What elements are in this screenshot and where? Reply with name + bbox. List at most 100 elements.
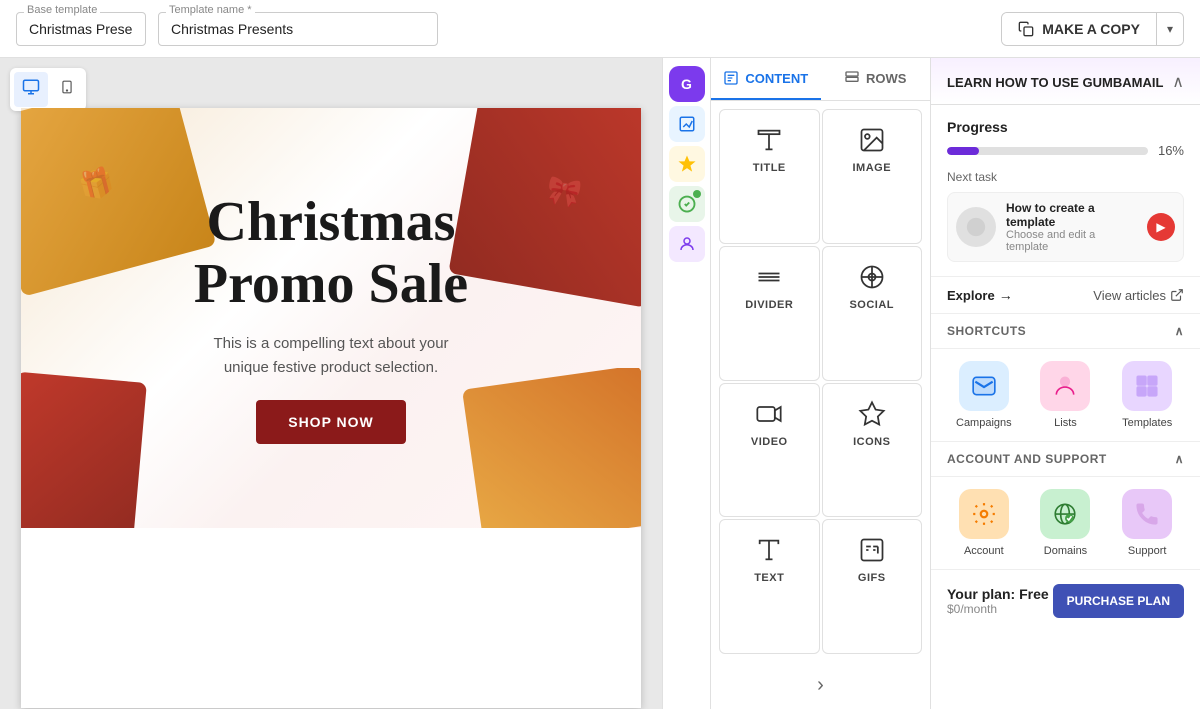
mobile-icon — [60, 78, 74, 96]
image-icon — [858, 126, 886, 154]
explore-link[interactable]: Explore → — [947, 287, 1013, 303]
account-svg-icon — [971, 501, 997, 527]
template-name-input[interactable] — [158, 12, 438, 46]
icons-icon — [858, 400, 886, 428]
task-thumb-icon — [965, 216, 987, 238]
plan-title: Your plan: Free — [947, 586, 1049, 602]
account-support-header: ACCOUNT AND SUPPORT ∧ — [931, 442, 1200, 477]
content-item-social[interactable]: SOCIAL — [822, 246, 923, 381]
lists-label: Lists — [1054, 417, 1077, 429]
plan-price: $0/month — [947, 602, 1049, 616]
content-grid: TITLE IMAGE DIVIDER SOCIAL VIDEO — [711, 101, 930, 662]
task-subtitle: Choose and edit a template — [1006, 229, 1137, 253]
desktop-view-button[interactable] — [14, 72, 48, 107]
shortcut-campaigns[interactable]: Campaigns — [947, 361, 1021, 429]
tab-rows[interactable]: ROWS — [821, 58, 931, 100]
account-item-account[interactable]: Account — [947, 489, 1021, 557]
plan-info: Your plan: Free $0/month — [947, 586, 1049, 616]
title-icon — [755, 126, 783, 154]
template-name-field: Template name * — [158, 12, 438, 46]
base-template-input[interactable] — [16, 12, 146, 46]
star-icon — [678, 155, 696, 173]
sidebar-icon-check[interactable] — [669, 186, 705, 222]
domains-label: Domains — [1044, 545, 1087, 557]
task-play-button[interactable]: ▶ — [1147, 213, 1175, 241]
shortcut-lists[interactable]: Lists — [1029, 361, 1103, 429]
support-icon — [1122, 489, 1172, 539]
account-support-collapse-icon: ∧ — [1175, 452, 1184, 466]
mobile-view-button[interactable] — [52, 72, 82, 107]
social-icon — [858, 263, 886, 291]
content-item-title[interactable]: TITLE — [719, 109, 820, 244]
sidebar-icon-star[interactable] — [669, 146, 705, 182]
gifs-icon — [858, 536, 886, 564]
learn-panel: LEARN HOW TO USE GUMBAMAIL ∧ Progress 16… — [930, 58, 1200, 709]
content-item-video[interactable]: VIDEO — [719, 383, 820, 518]
support-label: Support — [1128, 545, 1167, 557]
plan-row: Your plan: Free $0/month PURCHASE PLAN — [931, 570, 1200, 632]
learn-collapse-button[interactable]: ∧ — [1172, 72, 1184, 92]
campaigns-icon — [959, 361, 1009, 411]
tab-content[interactable]: CONTENT — [711, 58, 821, 100]
content-item-icons[interactable]: ICONS — [822, 383, 923, 518]
email-hero: 🎁 🎀 Christmas — [21, 108, 641, 528]
explore-row: Explore → View articles — [931, 277, 1200, 314]
content-more-button[interactable]: › — [711, 662, 930, 709]
content-panel: CONTENT ROWS TITLE IMAGE DIVIDER — [710, 58, 930, 709]
support-svg-icon — [1134, 501, 1160, 527]
hero-text: Christmas Promo Sale This is a compellin… — [191, 192, 471, 443]
hero-title: Christmas Promo Sale — [191, 192, 471, 315]
make-copy-label: MAKE A COPY — [1042, 21, 1140, 37]
shortcuts-collapse-icon: ∧ — [1175, 324, 1184, 338]
shop-now-button[interactable]: SHOP NOW — [256, 400, 406, 444]
account-icon — [959, 489, 1009, 539]
lists-svg-icon — [1052, 373, 1078, 399]
learn-header: LEARN HOW TO USE GUMBAMAIL ∧ — [931, 58, 1200, 105]
sidebar-icon-gumbamail[interactable]: G — [669, 66, 705, 102]
domains-icon — [1040, 489, 1090, 539]
text-icon — [755, 536, 783, 564]
make-copy-dropdown-arrow[interactable]: ▾ — [1157, 14, 1183, 44]
sidebar-icon-chart[interactable] — [669, 106, 705, 142]
sidebar-icon-user[interactable] — [669, 226, 705, 262]
copy-icon — [1018, 21, 1034, 37]
task-thumbnail — [956, 207, 996, 247]
make-copy-button-group[interactable]: MAKE A COPY ▾ — [1001, 12, 1184, 46]
notification-dot — [693, 190, 701, 198]
content-item-gifs[interactable]: GIFS — [822, 519, 923, 654]
rows-tab-icon — [844, 70, 860, 86]
shortcut-templates[interactable]: Templates — [1110, 361, 1184, 429]
progress-percentage: 16% — [1158, 143, 1184, 158]
shortcuts-header: SHORTCUTS ∧ — [931, 314, 1200, 349]
content-item-divider[interactable]: DIVIDER — [719, 246, 820, 381]
learn-title: LEARN HOW TO USE GUMBAMAIL — [947, 75, 1163, 90]
domains-svg-icon — [1052, 501, 1078, 527]
template-name-label: Template name * — [166, 4, 255, 16]
panel-tabs: CONTENT ROWS — [711, 58, 930, 101]
content-item-image[interactable]: IMAGE — [822, 109, 923, 244]
account-item-domains[interactable]: Domains — [1029, 489, 1103, 557]
shortcuts-grid: Campaigns Lists — [931, 349, 1200, 442]
view-articles-link[interactable]: View articles — [1093, 288, 1184, 303]
progress-bar-background — [947, 147, 1148, 155]
purchase-plan-button[interactable]: PURCHASE PLAN — [1053, 584, 1184, 618]
device-toolbar — [10, 68, 86, 111]
task-info: How to create a template Choose and edit… — [1006, 201, 1137, 253]
next-task-card[interactable]: How to create a template Choose and edit… — [947, 192, 1184, 262]
content-item-text[interactable]: TEXT — [719, 519, 820, 654]
make-copy-main-button[interactable]: MAKE A COPY — [1002, 13, 1157, 45]
gift-bottom-right — [461, 368, 641, 528]
canvas-area[interactable]: 🎁 🎀 Christmas — [0, 58, 662, 709]
templates-icon — [1122, 361, 1172, 411]
account-item-support[interactable]: Support — [1110, 489, 1184, 557]
progress-bar-wrap: 16% — [947, 143, 1184, 158]
gift-bottom-left — [21, 368, 161, 528]
progress-label: Progress — [947, 119, 1184, 135]
check-icon — [678, 195, 696, 213]
divider-icon — [755, 263, 783, 291]
shortcuts-label: SHORTCUTS — [947, 324, 1026, 338]
campaigns-label: Campaigns — [956, 417, 1012, 429]
explore-arrow-icon: → — [999, 287, 1013, 303]
account-grid: Account Domains — [931, 477, 1200, 570]
progress-section: Progress 16% Next task How to create a t… — [931, 105, 1200, 277]
